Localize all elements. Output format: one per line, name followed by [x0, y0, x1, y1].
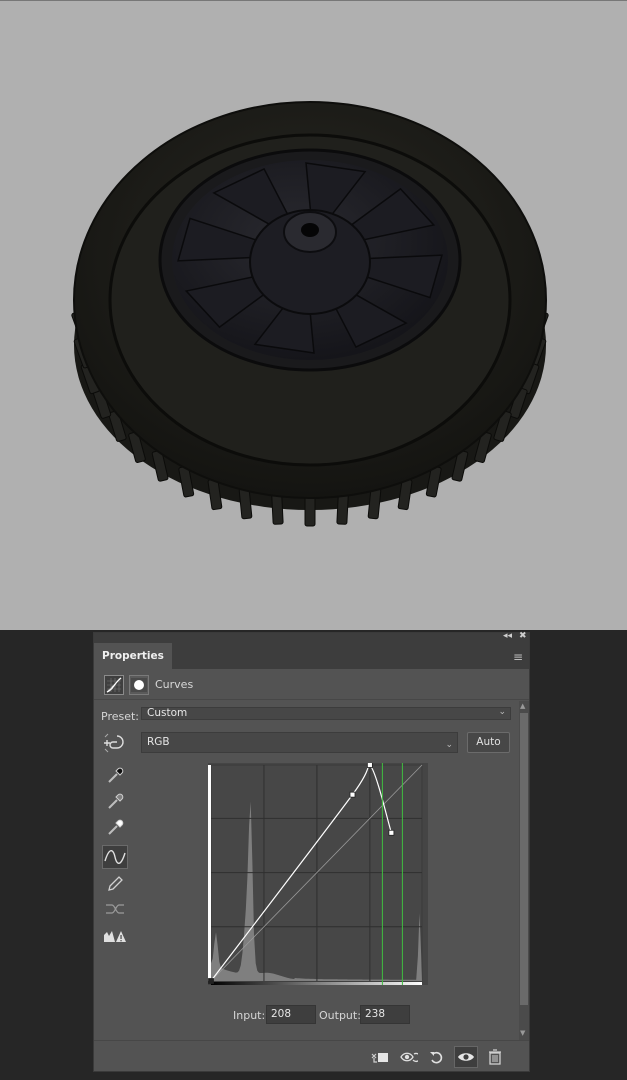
curves-adjustment-icon[interactable]	[104, 675, 124, 695]
channel-dropdown[interactable]: RGB ⌄	[141, 732, 458, 753]
document-canvas[interactable]	[0, 0, 627, 630]
view-previous-state-icon[interactable]	[400, 1049, 418, 1065]
panel-scrollbar[interactable]: ▲ ▼	[519, 701, 529, 1041]
clip-to-layer-icon[interactable]	[370, 1049, 388, 1065]
input-value-field[interactable]: 208	[266, 1005, 316, 1024]
pencil-draw-icon[interactable]	[102, 872, 128, 896]
clipping-warning-icon[interactable]	[102, 924, 128, 948]
curve-control-point[interactable]	[366, 763, 373, 768]
preset-label: Preset:	[101, 710, 140, 723]
gray-point-eyedropper-icon[interactable]	[102, 790, 128, 814]
auto-button[interactable]: Auto	[467, 732, 510, 753]
tab-properties[interactable]: Properties	[94, 643, 172, 669]
chevron-down-icon: ⌄	[445, 740, 453, 750]
wheel-image	[71, 101, 549, 527]
scroll-down-icon[interactable]: ▼	[520, 1029, 525, 1037]
panel-menu-icon[interactable]: ≡	[513, 650, 523, 664]
input-gradient-bar	[211, 982, 422, 985]
curve-control-point[interactable]	[388, 829, 395, 836]
output-gradient-bar	[208, 765, 211, 981]
channel-value: RGB	[147, 736, 170, 748]
output-label: Output:	[319, 1009, 361, 1022]
smooth-curve-icon[interactable]	[102, 897, 128, 921]
input-label: Input:	[233, 1009, 266, 1022]
panel-tab-bar: Properties ≡	[94, 643, 529, 669]
preset-value: Custom	[147, 707, 188, 719]
on-image-adjustment-tool-icon[interactable]	[103, 732, 127, 754]
layer-mask-icon[interactable]	[129, 675, 149, 695]
adjustment-header: Curves	[94, 669, 529, 700]
edit-points-curve-icon[interactable]	[102, 845, 128, 869]
output-value-field[interactable]: 238	[360, 1005, 410, 1024]
curves-graph[interactable]	[208, 763, 428, 985]
chevron-down-icon: ⌄	[498, 707, 506, 717]
white-point-eyedropper-icon[interactable]	[102, 816, 128, 840]
reset-adjustment-icon[interactable]	[428, 1049, 446, 1065]
visibility-eye-icon[interactable]	[454, 1046, 478, 1068]
adjustment-title: Curves	[155, 678, 194, 691]
panel-footer-toolbar	[94, 1040, 529, 1072]
curves-plot[interactable]	[208, 763, 428, 985]
panel-title-strip: ◂◂ ✖	[94, 631, 529, 643]
close-panel-icon[interactable]: ✖	[519, 631, 527, 641]
curve-control-point[interactable]	[349, 791, 356, 798]
black-point-eyedropper-icon[interactable]	[102, 764, 128, 788]
collapse-panel-icon[interactable]: ◂◂	[503, 631, 512, 641]
preset-dropdown[interactable]: Custom ⌄	[141, 707, 511, 720]
scroll-up-icon[interactable]: ▲	[520, 702, 525, 710]
scrollbar-thumb[interactable]	[520, 713, 528, 1005]
delete-trash-icon[interactable]	[486, 1049, 504, 1065]
properties-panel: ◂◂ ✖ Properties ≡ Curves Preset: Custom …	[93, 631, 530, 1072]
curve-control-point[interactable]	[208, 978, 214, 984]
